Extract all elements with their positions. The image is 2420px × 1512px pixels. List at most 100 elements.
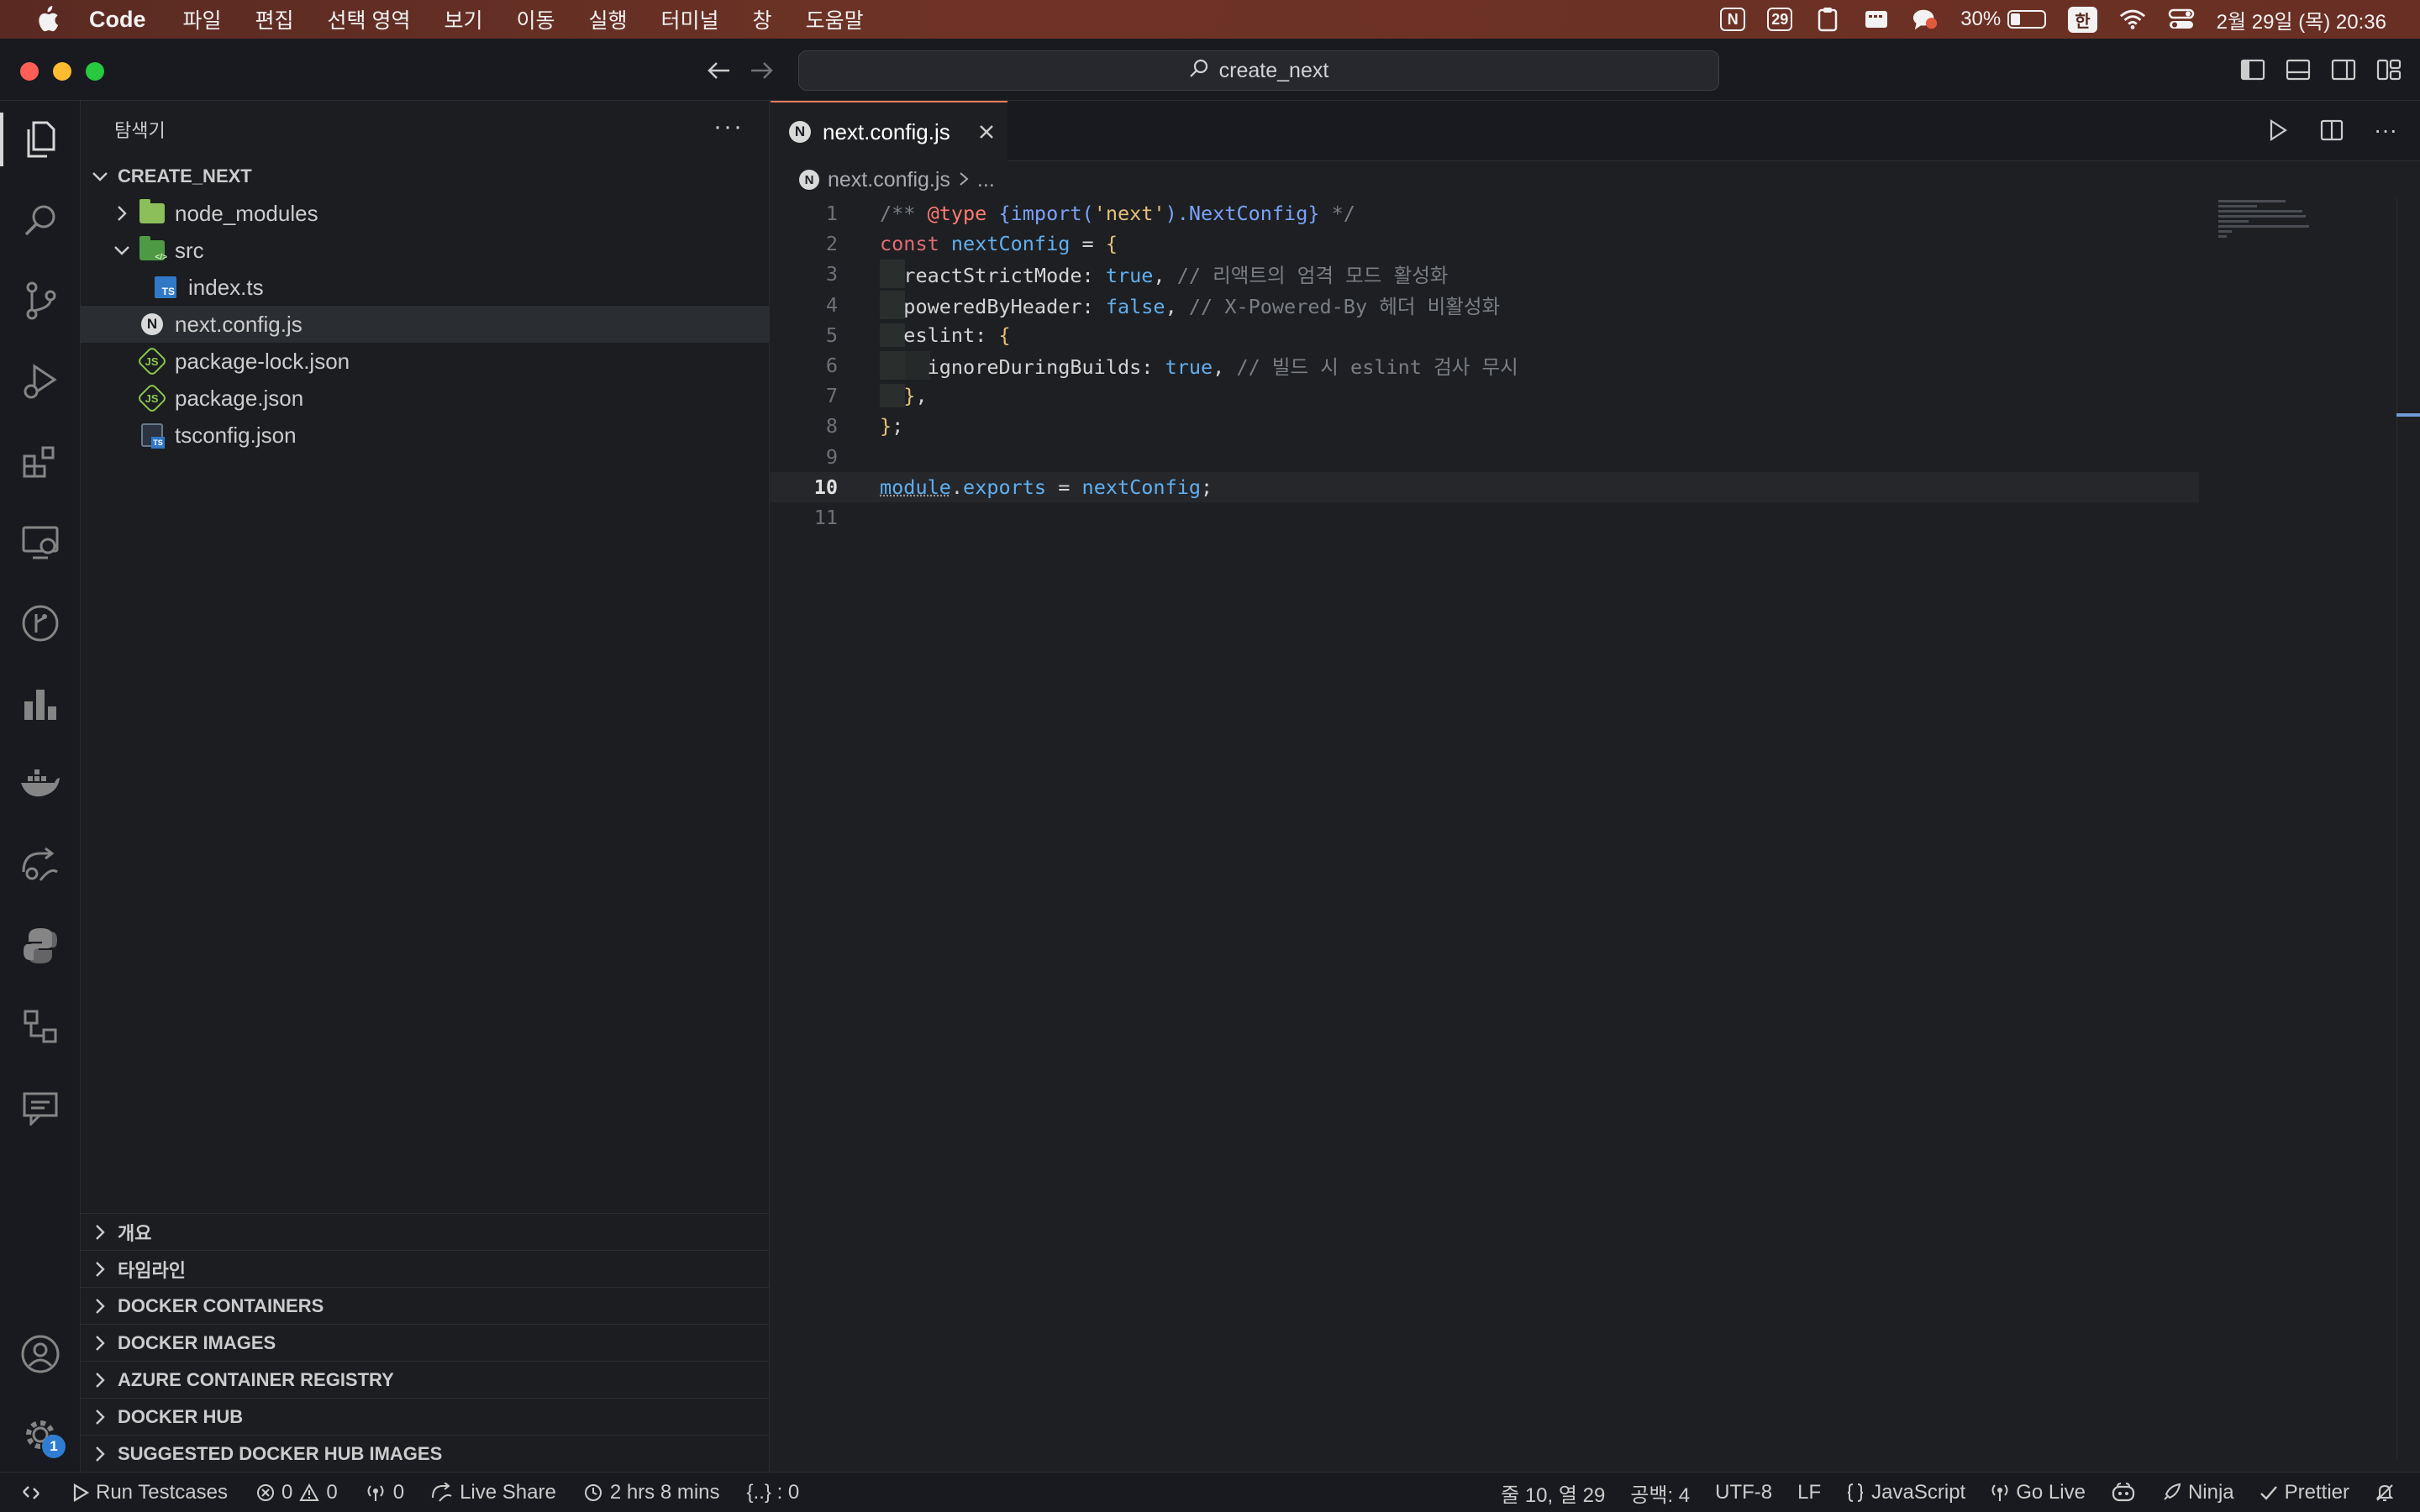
tree-item-src[interactable]: </> src [81,232,769,269]
toggle-secondary-sidebar-icon[interactable] [2329,57,2358,82]
editor-scrollbar[interactable] [2396,198,2420,1458]
zoom-window-button[interactable] [86,62,104,81]
panel-azure-container-registry[interactable]: AZURE CONTAINER REGISTRY [81,1361,770,1398]
git-graph-icon[interactable] [0,590,81,657]
accounts-icon[interactable] [0,1320,81,1388]
tree-item-package-lock[interactable]: JS package-lock.json [81,343,769,380]
prettier-button[interactable]: Prettier [2260,1481,2349,1504]
tree-item-index-ts[interactable]: TS index.ts [81,269,769,306]
notion-icon[interactable]: N [1720,8,1746,31]
remote-indicator[interactable] [20,1482,42,1504]
line-content: eslint: { [838,323,1011,347]
close-tab-icon[interactable] [976,121,997,143]
cursor-position[interactable]: 줄 10, 열 29 [1501,1478,1605,1508]
more-actions-icon[interactable]: ··· [713,113,744,141]
live-share-icon[interactable] [0,832,81,899]
explorer-icon[interactable] [0,106,81,173]
tree-item-node-modules[interactable]: node_modules [81,195,769,232]
window-icon[interactable] [1863,6,1890,33]
menu-edit[interactable]: 편집 [255,4,294,34]
run-testcases-button[interactable]: Run Testcases [72,1481,228,1504]
settings-update-badge: 1 [42,1435,66,1458]
manage-gear-icon[interactable]: 1 [0,1401,81,1468]
end-of-line[interactable]: LF [1797,1481,1821,1504]
close-window-button[interactable] [20,62,39,81]
panel-outline[interactable]: 개요 [81,1213,770,1250]
back-arrow-icon[interactable] [704,55,734,86]
tree-item-tsconfig[interactable]: tsconfig.json [81,417,769,454]
minimap[interactable] [2218,200,2319,250]
code-line: 4 poweredByHeader: false, // X-Powered-B… [771,290,2199,320]
chat-icon[interactable] [1912,6,1939,33]
menu-file[interactable]: 파일 [183,4,222,34]
line-content: module.exports = nextConfig; [880,475,1213,499]
app-menu-code[interactable]: Code [89,7,146,33]
panel-label: AZURE CONTAINER REGISTRY [118,1368,394,1390]
notifications-icon[interactable] [2375,1483,2395,1503]
more-actions-icon[interactable]: ··· [2371,116,2400,144]
code-line: 7 }, [771,381,2199,411]
menu-run[interactable]: 실행 [589,4,628,34]
ports-indicator[interactable]: 0 [365,1481,404,1504]
panel-suggested-docker-hub-images[interactable]: SUGGESTED DOCKER HUB IMAGES [81,1435,770,1472]
extensions-icon[interactable] [0,428,81,496]
split-editor-icon[interactable] [2317,116,2346,144]
indentation[interactable]: 공백: 4 [1630,1478,1690,1508]
tree-item-next-config[interactable]: N next.config.js [81,306,769,343]
menu-window[interactable]: 창 [753,4,772,34]
analytics-icon[interactable] [0,670,81,738]
json-indicator[interactable]: {..} : 0 [747,1481,800,1504]
forward-arrow-icon[interactable] [746,55,776,86]
go-live-button[interactable]: Go Live [1991,1481,2086,1504]
chevron-right-icon [89,1295,111,1317]
minimize-window-button[interactable] [53,62,71,81]
live-share-button[interactable]: Live Share [431,1481,556,1504]
command-center-search[interactable]: create_next [798,50,1719,91]
tree-item-package-json[interactable]: JS package.json [81,380,769,417]
encoding[interactable]: UTF-8 [1715,1481,1772,1504]
run-and-debug-icon[interactable] [0,348,81,415]
battery-status[interactable]: 30% [1960,8,2047,31]
wifi-icon[interactable] [2119,6,2146,33]
coding-time-indicator[interactable]: 2 hrs 8 mins [583,1481,720,1504]
clock-datetime[interactable]: 2월 29일 (목) 20:36 [2217,5,2386,34]
run-testcases-label: Run Testcases [96,1480,228,1504]
input-method-indicator[interactable]: 한 [2068,6,2097,33]
code-line: 2 const nextConfig = { [771,228,2199,259]
menu-help[interactable]: 도움말 [806,4,864,34]
search-view-icon[interactable] [0,186,81,254]
workspace-root-folder[interactable]: CREATE_NEXT [81,158,769,195]
toggle-primary-sidebar-icon[interactable] [2238,57,2267,82]
menu-view[interactable]: 보기 [444,4,482,34]
control-center-icon[interactable] [2168,6,2195,33]
breadcrumb-file[interactable]: next.config.js [828,168,950,192]
breadcrumb-symbols[interactable]: ... [977,168,995,192]
remote-explorer-icon[interactable] [0,509,81,576]
comments-icon[interactable] [0,1074,81,1141]
run-file-icon[interactable] [2264,116,2292,144]
language-mode[interactable]: JavaScript [1846,1481,1965,1504]
tab-next-config[interactable]: N next.config.js [771,101,1007,161]
panel-docker-images[interactable]: DOCKER IMAGES [81,1324,770,1361]
code-editor[interactable]: 1 /** @type {import('next').NextConfig} … [771,198,2199,533]
broadcast-icon [1991,1484,2008,1501]
calendar-icon[interactable]: 29 [1767,8,1793,31]
references-icon[interactable] [0,993,81,1060]
apple-icon[interactable] [30,3,64,36]
python-icon[interactable] [0,912,81,979]
clipboard-icon[interactable] [1814,6,1841,33]
customize-layout-icon[interactable] [2375,57,2403,82]
source-control-icon[interactable] [0,267,81,334]
problems-indicator[interactable]: 0 0 [256,1481,338,1504]
ninja-button[interactable]: Ninja [2161,1481,2234,1504]
panel-docker-hub[interactable]: DOCKER HUB [81,1398,770,1435]
panel-timeline[interactable]: 타임라인 [81,1250,770,1287]
toggle-panel-icon[interactable] [2284,57,2312,82]
copilot-icon[interactable] [2111,1482,2136,1504]
panel-docker-containers[interactable]: DOCKER CONTAINERS [81,1287,770,1324]
docker-icon[interactable] [0,751,81,818]
menu-terminal[interactable]: 터미널 [661,4,719,34]
menu-selection[interactable]: 선택 영역 [328,4,411,34]
menu-go[interactable]: 이동 [517,4,555,34]
code-line: 5 eslint: { [771,320,2199,350]
